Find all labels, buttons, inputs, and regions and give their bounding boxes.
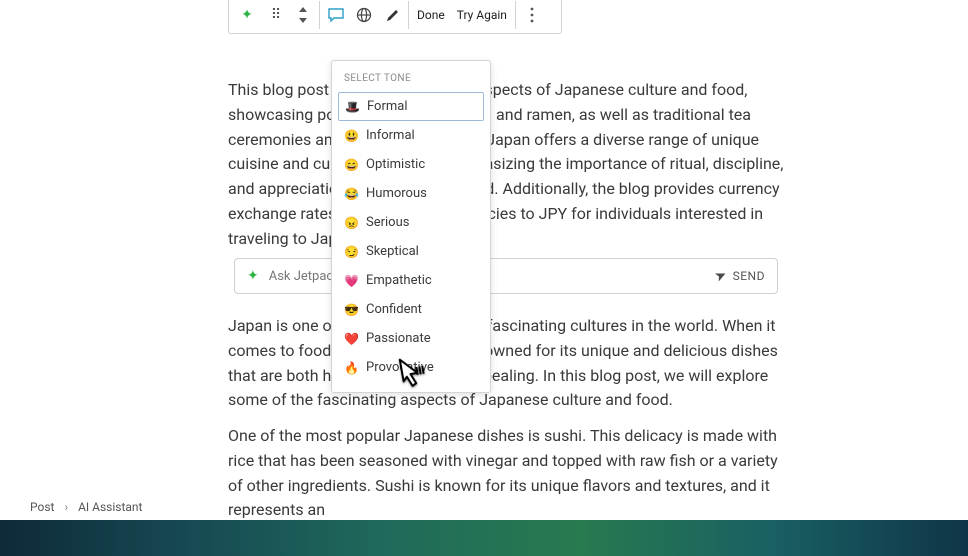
tone-label: Confident	[366, 302, 422, 317]
tone-option-formal[interactable]: 🎩 Formal	[338, 92, 484, 121]
tophat-icon: 🎩	[345, 100, 359, 114]
tone-label: Provocative	[366, 360, 434, 375]
body-paragraph-1: Japan is one of the oldest and most fasc…	[228, 314, 784, 413]
tone-dropdown-title: SELECT TONE	[332, 67, 490, 92]
tone-option-humorous[interactable]: 😂 Humorous	[332, 179, 490, 208]
tone-dropdown: SELECT TONE 🎩 Formal 😃 Informal 😄 Optimi…	[331, 60, 491, 393]
heart-icon: ❤️	[344, 332, 358, 346]
tone-label: Humorous	[366, 186, 427, 201]
body-paragraph-2: One of the most popular Japanese dishes …	[228, 424, 784, 523]
tone-option-confident[interactable]: 😎 Confident	[332, 295, 490, 324]
tone-label: Optimistic	[366, 157, 425, 172]
grin-icon: 😄	[344, 158, 358, 172]
ai-sparkle-icon: ✦	[247, 268, 259, 284]
tone-label: Informal	[366, 128, 415, 143]
done-button[interactable]: Done	[411, 1, 451, 29]
tone-label: Empathetic	[366, 273, 432, 288]
sunglasses-icon: 😎	[344, 303, 358, 317]
drag-handle-icon[interactable]: ⠿	[261, 1, 289, 29]
globe-icon[interactable]	[350, 1, 378, 29]
tone-option-empathetic[interactable]: 💗 Empathetic	[332, 266, 490, 295]
heartpulse-icon: 💗	[344, 274, 358, 288]
more-options-icon[interactable]	[518, 1, 546, 29]
tone-option-optimistic[interactable]: 😄 Optimistic	[332, 150, 490, 179]
breadcrumb-root[interactable]: Post	[30, 500, 54, 514]
tone-label: Passionate	[366, 331, 431, 346]
toolbar-separator	[319, 1, 320, 29]
tone-option-serious[interactable]: 😠 Serious	[332, 208, 490, 237]
footer-gradient	[0, 520, 968, 556]
ask-ai-bar[interactable]: ✦ Ask Jetpack AI ➤ SEND	[234, 258, 778, 294]
block-toolbar: ✦ ⠿ Done Try Again	[228, 0, 562, 34]
toolbar-separator	[515, 1, 516, 29]
try-again-button[interactable]: Try Again	[451, 1, 513, 29]
chat-icon[interactable]	[322, 1, 350, 29]
toolbar-separator	[408, 1, 409, 29]
tone-label: Skeptical	[366, 244, 419, 259]
laugh-icon: 😂	[344, 187, 358, 201]
tone-option-skeptical[interactable]: 😏 Skeptical	[332, 237, 490, 266]
angry-icon: 😠	[344, 216, 358, 230]
chevron-right-icon: ›	[64, 500, 68, 514]
tone-option-informal[interactable]: 😃 Informal	[332, 121, 490, 150]
breadcrumb: Post › AI Assistant	[30, 500, 142, 514]
tone-option-passionate[interactable]: ❤️ Passionate	[332, 324, 490, 353]
smile-icon: 😃	[344, 129, 358, 143]
breadcrumb-current: AI Assistant	[78, 500, 142, 514]
smirk-icon: 😏	[344, 245, 358, 259]
move-arrows-icon[interactable]	[289, 1, 317, 29]
fire-icon: 🔥	[344, 361, 358, 375]
tone-option-provocative[interactable]: 🔥 Provocative	[332, 353, 490, 382]
tone-label: Formal	[367, 99, 408, 114]
send-button[interactable]: SEND	[733, 269, 765, 283]
intro-paragraph: This blog post explores the unique aspec…	[228, 78, 784, 252]
ai-sparkle-icon[interactable]: ✦	[233, 1, 261, 29]
tone-label: Serious	[366, 215, 409, 230]
pencil-icon[interactable]	[378, 1, 406, 29]
